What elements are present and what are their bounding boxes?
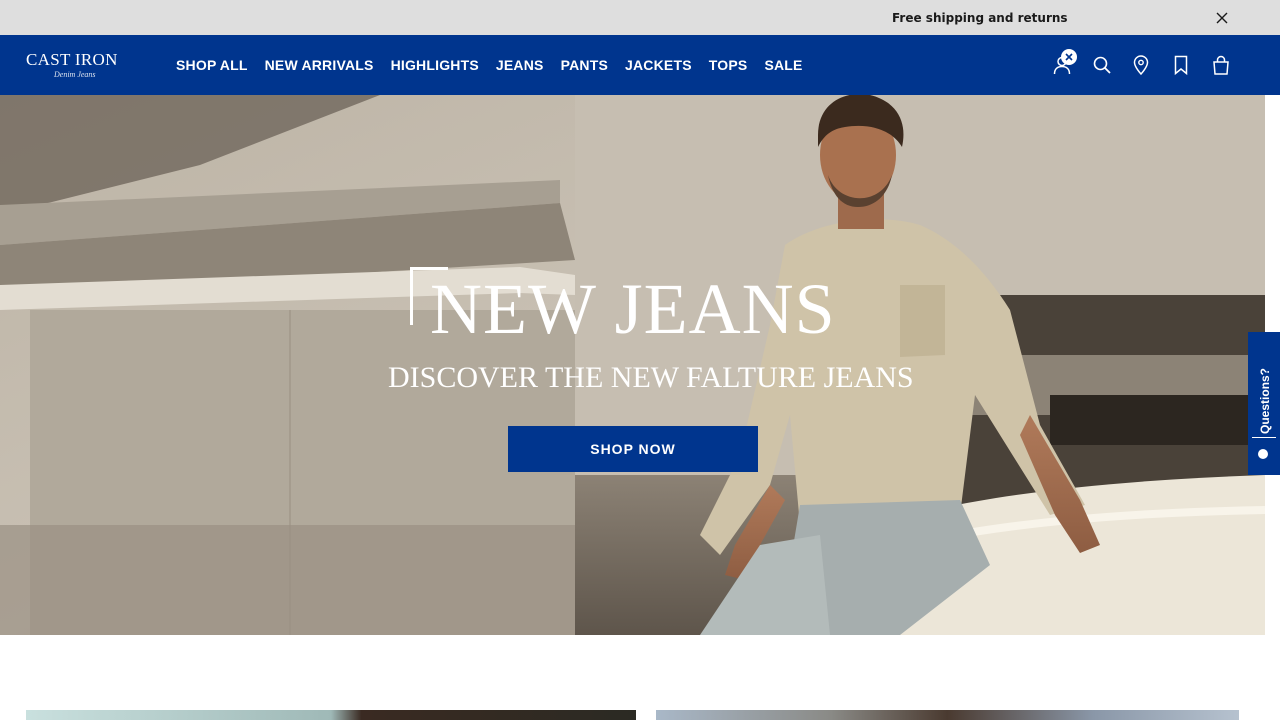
brand-logo[interactable]: CAST IRON Denim Jeans [26, 48, 152, 84]
hero-title: NEW JEANS [430, 269, 836, 349]
hero-banner[interactable]: NEW JEANS DISCOVER THE NEW FALTURE JEANS… [0, 95, 1265, 635]
nav-item-highlights[interactable]: HIGHLIGHTS [391, 57, 479, 73]
nav-item-tops[interactable]: TOPS [709, 57, 748, 73]
feedback-tab[interactable]: Questions? [1248, 332, 1280, 475]
announcement-bar: Free shipping and returns [0, 0, 1280, 35]
nav-item-new-arrivals[interactable]: NEW ARRIVALS [265, 57, 374, 73]
feedback-divider [1252, 437, 1276, 438]
promo-tile-left[interactable] [26, 710, 636, 720]
close-icon [1065, 53, 1073, 61]
hero-subtitle: DISCOVER THE NEW FALTURE JEANS [388, 361, 914, 394]
nav-item-pants[interactable]: PANTS [561, 57, 608, 73]
nav-item-shop-all[interactable]: SHOP ALL [176, 57, 248, 73]
site-header: CAST IRON Denim Jeans SHOP ALL NEW ARRIV… [0, 35, 1280, 95]
search-icon[interactable] [1091, 54, 1113, 76]
announcement-text: Free shipping and returns [892, 11, 1068, 25]
logo-text: CAST IRON [26, 50, 118, 69]
chat-icon [1258, 449, 1268, 459]
cart-icon[interactable] [1210, 54, 1232, 76]
feedback-label: Questions? [1258, 367, 1272, 434]
account-badge [1061, 49, 1077, 65]
logo-tagline: Denim Jeans [54, 70, 96, 79]
nav-item-sale[interactable]: SALE [764, 57, 802, 73]
nav-item-jackets[interactable]: JACKETS [625, 57, 692, 73]
main-navigation: SHOP ALL NEW ARRIVALS HIGHLIGHTS JEANS P… [176, 35, 820, 95]
wishlist-icon[interactable] [1170, 54, 1192, 76]
store-locator-icon[interactable] [1130, 54, 1152, 76]
promo-tile-right[interactable] [656, 710, 1239, 720]
close-icon[interactable] [1215, 11, 1229, 25]
shop-now-button[interactable]: SHOP NOW [508, 426, 758, 472]
nav-item-jeans[interactable]: JEANS [496, 57, 544, 73]
